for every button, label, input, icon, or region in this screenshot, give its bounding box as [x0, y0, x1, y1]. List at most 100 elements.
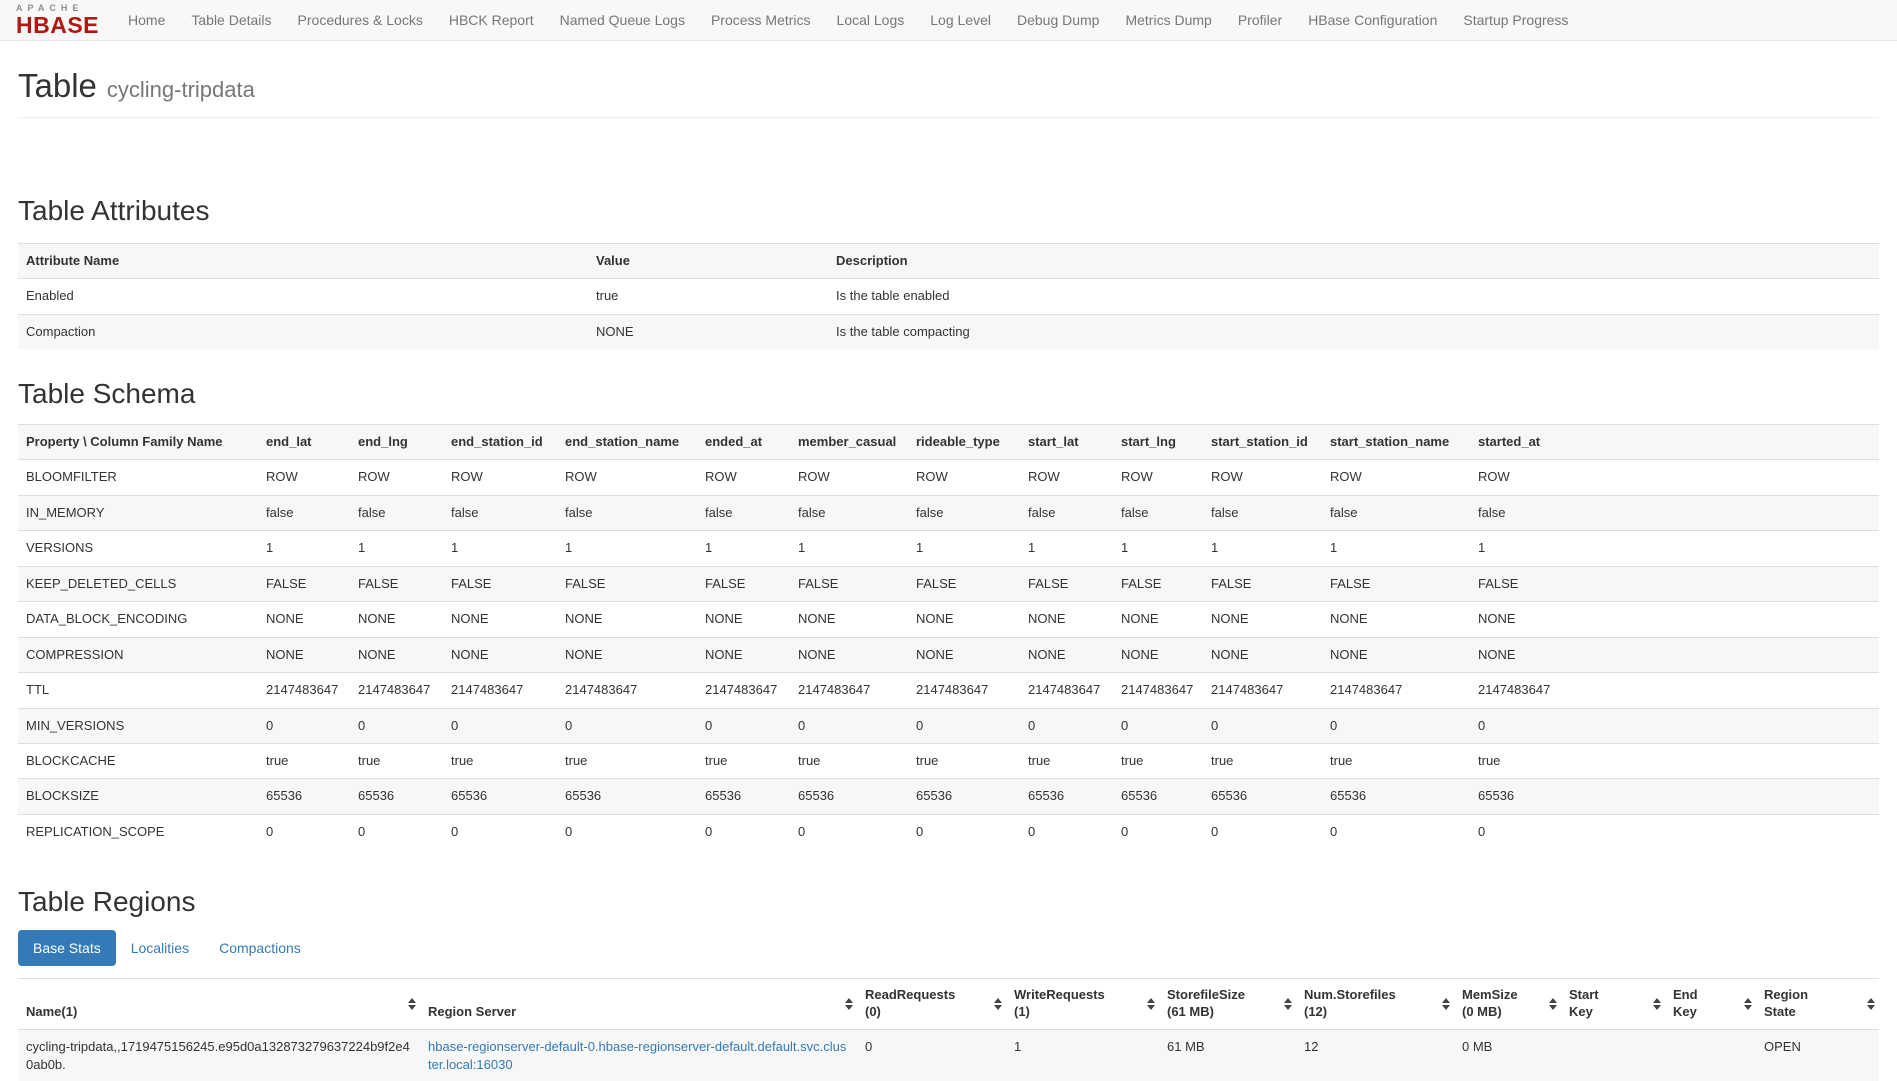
schema-value-cell: FALSE: [1322, 566, 1470, 601]
schema-row-min-versions: MIN_VERSIONS000000000000: [18, 708, 1879, 743]
schema-row-keep-deleted-cells: KEEP_DELETED_CELLSFALSEFALSEFALSEFALSEFA…: [18, 566, 1879, 601]
schema-value-cell: 2147483647: [1470, 673, 1879, 708]
schema-value-cell: 0: [790, 708, 908, 743]
schema-property-cell: TTL: [18, 673, 258, 708]
regions-col-label: (0 MB): [1462, 1004, 1543, 1021]
schema-value-cell: NONE: [790, 637, 908, 672]
regions-table-wrap: Name(1)Region ServerReadRequests(0)Write…: [18, 978, 1879, 1081]
schema-value-cell: false: [350, 495, 443, 530]
schema-value-cell: false: [908, 495, 1020, 530]
hbase-logo[interactable]: APACHE HBASE: [16, 4, 99, 37]
attribute-row: CompactionNONEIs the table compacting: [18, 314, 1879, 349]
regions-col-name-1[interactable]: Name(1): [18, 979, 420, 1030]
regions-col-writerequests-1[interactable]: WriteRequests(1): [1006, 979, 1159, 1030]
regions-col-end-key[interactable]: EndKey: [1665, 979, 1756, 1030]
schema-property-cell: BLOOMFILTER: [18, 460, 258, 495]
regions-col-label: (12): [1304, 1004, 1436, 1021]
schema-value-cell: 1: [697, 531, 790, 566]
sort-arrows-icon: [1744, 998, 1752, 1010]
schema-value-cell: 2147483647: [908, 673, 1020, 708]
nav-item-log-level[interactable]: Log Level: [917, 1, 1004, 39]
schema-row-in-memory: IN_MEMORYfalsefalsefalsefalsefalsefalsef…: [18, 495, 1879, 530]
regions-col-label: Region Server: [428, 1004, 839, 1021]
schema-col-member-casual: member_casual: [790, 424, 908, 459]
region-cell-readrequests-0: 0: [857, 1029, 1006, 1081]
regions-col-num-storefiles-12[interactable]: Num.Storefiles(12): [1296, 979, 1454, 1030]
schema-value-cell: NONE: [1020, 637, 1113, 672]
regions-col-label: Key: [1569, 1004, 1647, 1021]
tab-localities[interactable]: Localities: [116, 930, 204, 966]
schema-value-cell: FALSE: [908, 566, 1020, 601]
nav-item-procedures-locks[interactable]: Procedures & Locks: [285, 1, 436, 39]
regions-header-row: Name(1)Region ServerReadRequests(0)Write…: [18, 979, 1879, 1030]
attribute-cell-description: Is the table compacting: [828, 314, 1879, 349]
nav-item-table-details[interactable]: Table Details: [178, 1, 284, 39]
schema-col-property: Property \ Column Family Name: [18, 424, 258, 459]
nav-item-profiler[interactable]: Profiler: [1225, 1, 1295, 39]
schema-value-cell: 0: [790, 814, 908, 849]
nav-item-hbck-report[interactable]: HBCK Report: [436, 1, 547, 39]
regions-col-label: WriteRequests: [1014, 987, 1141, 1004]
schema-value-cell: 1: [790, 531, 908, 566]
nav-item-debug-dump[interactable]: Debug Dump: [1004, 1, 1113, 39]
schema-value-cell: 65536: [1470, 779, 1879, 814]
sort-arrows-icon: [1653, 998, 1661, 1010]
schema-value-cell: 65536: [908, 779, 1020, 814]
schema-value-cell: true: [1203, 744, 1322, 779]
regions-col-start-key[interactable]: StartKey: [1561, 979, 1665, 1030]
attributes-col-attribute-name: Attribute Name: [18, 243, 588, 278]
schema-property-cell: KEEP_DELETED_CELLS: [18, 566, 258, 601]
regions-col-storefilesize-61-mb[interactable]: StorefileSize(61 MB): [1159, 979, 1296, 1030]
schema-value-cell: 0: [258, 708, 350, 743]
sort-arrows-icon: [845, 998, 853, 1010]
schema-value-cell: true: [557, 744, 697, 779]
nav-item-metrics-dump[interactable]: Metrics Dump: [1112, 1, 1224, 39]
sort-down-arrow: [1549, 1005, 1557, 1010]
regions-col-label: Name(1): [26, 1004, 402, 1021]
tab-compactions[interactable]: Compactions: [204, 930, 316, 966]
nav-item-local-logs[interactable]: Local Logs: [824, 1, 918, 39]
sort-arrows-icon: [1284, 998, 1292, 1010]
schema-value-cell: NONE: [557, 637, 697, 672]
schema-value-cell: 1: [1113, 531, 1203, 566]
regions-col-region-server[interactable]: Region Server: [420, 979, 857, 1030]
sort-arrows-icon: [1147, 998, 1155, 1010]
nav-item-home[interactable]: Home: [115, 1, 178, 39]
schema-value-cell: true: [790, 744, 908, 779]
nav-item-startup-progress[interactable]: Startup Progress: [1450, 1, 1581, 39]
schema-value-cell: FALSE: [557, 566, 697, 601]
attribute-cell-value: NONE: [588, 314, 828, 349]
nav-item-hbase-configuration[interactable]: HBase Configuration: [1295, 1, 1450, 39]
regions-col-readrequests-0[interactable]: ReadRequests(0): [857, 979, 1006, 1030]
nav-menu: HomeTable DetailsProcedures & LocksHBCK …: [115, 1, 1581, 39]
schema-value-cell: 2147483647: [790, 673, 908, 708]
tab-base-stats[interactable]: Base Stats: [18, 930, 116, 966]
regions-col-label: (61 MB): [1167, 1004, 1278, 1021]
schema-property-cell: IN_MEMORY: [18, 495, 258, 530]
table-name: cycling-tripdata: [107, 77, 255, 102]
schema-row-versions: VERSIONS111111111111: [18, 531, 1879, 566]
regions-col-memsize-0-mb[interactable]: MemSize(0 MB): [1454, 979, 1561, 1030]
region-cell-region-state: OPEN: [1756, 1029, 1879, 1081]
sort-up-arrow: [1653, 998, 1661, 1003]
nav-item-named-queue-logs[interactable]: Named Queue Logs: [547, 1, 698, 39]
sort-up-arrow: [408, 998, 416, 1003]
navbar: APACHE HBASE HomeTable DetailsProcedures…: [0, 0, 1897, 41]
schema-value-cell: 0: [1322, 814, 1470, 849]
schema-value-cell: 2147483647: [1020, 673, 1113, 708]
regions-heading: Table Regions: [18, 887, 1879, 918]
regions-col-label: (0): [865, 1004, 988, 1021]
schema-value-cell: 0: [443, 814, 557, 849]
schema-value-cell: false: [1113, 495, 1203, 530]
region-server-link[interactable]: hbase-regionserver-default-0.hbase-regio…: [428, 1039, 846, 1072]
nav-item-process-metrics[interactable]: Process Metrics: [698, 1, 824, 39]
region-cell-start-key: [1561, 1029, 1665, 1081]
regions-col-region-state[interactable]: RegionState: [1756, 979, 1879, 1030]
regions-col-label: (1): [1014, 1004, 1141, 1021]
schema-value-cell: 0: [443, 708, 557, 743]
regions-tabs: Base StatsLocalitiesCompactions: [18, 930, 1879, 966]
region-cell-end-key: [1665, 1029, 1756, 1081]
sort-arrows-icon: [1867, 998, 1875, 1010]
sort-up-arrow: [1549, 998, 1557, 1003]
attributes-col-description: Description: [828, 243, 1879, 278]
